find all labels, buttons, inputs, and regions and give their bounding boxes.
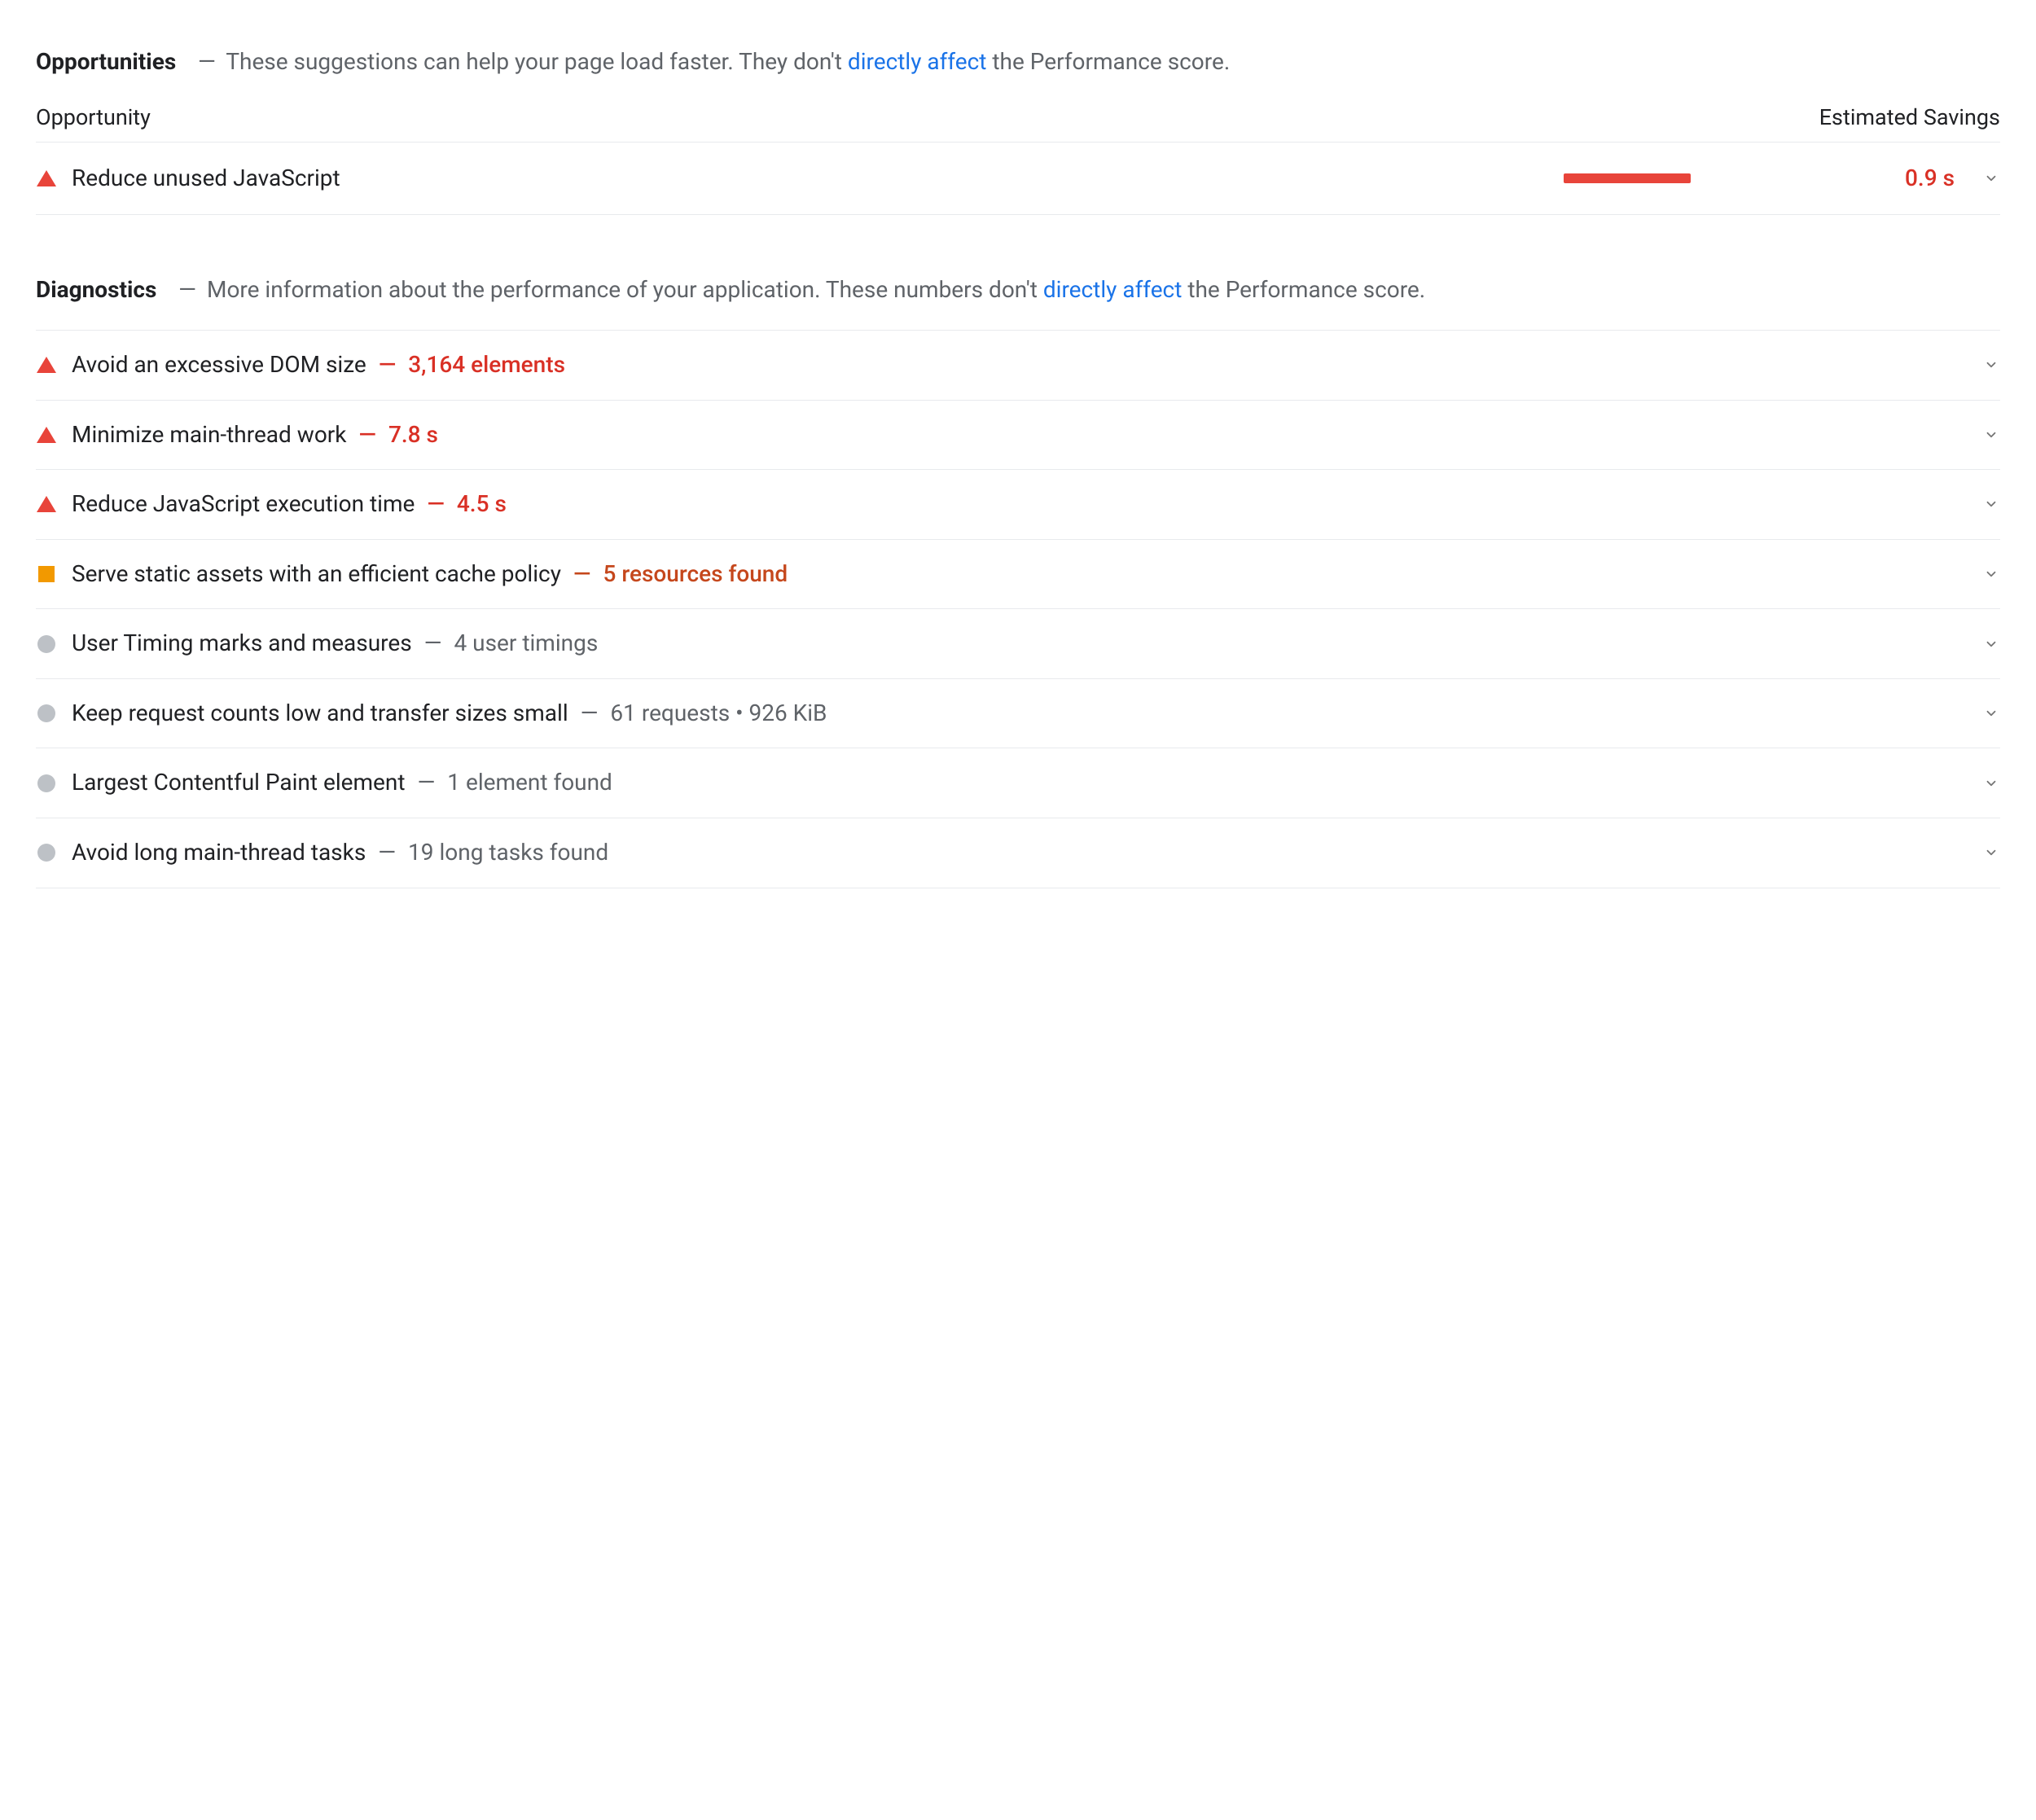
diagnostic-row[interactable]: Keep request counts low and transfer siz… xyxy=(36,679,2000,749)
diagnostic-text: Minimize main-thread work — 7.8 s xyxy=(72,419,1955,452)
chevron-down-icon[interactable] xyxy=(1982,704,2000,722)
severity-fail-icon xyxy=(36,168,57,189)
chevron-down-icon[interactable] xyxy=(1982,356,2000,374)
severity-fail-icon xyxy=(36,354,57,375)
chevron-down-icon[interactable] xyxy=(1982,774,2000,792)
chevron-down-icon[interactable] xyxy=(1982,844,2000,862)
diagnostics-header: Diagnostics — More information about the… xyxy=(36,274,2000,307)
diagnostic-label: Serve static assets with an efficient ca… xyxy=(72,560,561,587)
col-opportunity: Opportunity xyxy=(36,102,151,134)
chevron-down-icon[interactable] xyxy=(1982,635,2000,653)
opportunities-desc-after: the Performance score. xyxy=(986,48,1230,75)
diagnostic-value: 1 element found xyxy=(447,769,612,796)
diagnostic-text: User Timing marks and measures — 4 user … xyxy=(72,627,1955,660)
severity-info-icon xyxy=(36,703,57,724)
diagnostic-row[interactable]: Avoid long main-thread tasks — 19 long t… xyxy=(36,818,2000,888)
chevron-down-icon[interactable] xyxy=(1982,565,2000,583)
diagnostic-label: User Timing marks and measures xyxy=(72,629,412,656)
dash-separator: — xyxy=(198,48,216,75)
opportunity-label: Reduce unused JavaScript xyxy=(72,162,1549,195)
diagnostic-value: 4 user timings xyxy=(454,629,598,656)
opportunities-desc-before: These suggestions can help your page loa… xyxy=(226,48,848,75)
diagnostic-text: Avoid an excessive DOM size — 3,164 elem… xyxy=(72,349,1955,382)
diagnostic-label: Keep request counts low and transfer siz… xyxy=(72,699,568,726)
severity-warn-icon xyxy=(36,564,57,585)
diagnostic-value: 19 long tasks found xyxy=(408,839,608,866)
diagnostic-row[interactable]: Avoid an excessive DOM size — 3,164 elem… xyxy=(36,330,2000,401)
diagnostic-row[interactable]: User Timing marks and measures — 4 user … xyxy=(36,609,2000,679)
diagnostic-text: Reduce JavaScript execution time — 4.5 s xyxy=(72,488,1955,521)
severity-info-icon xyxy=(36,842,57,863)
dash-separator: — xyxy=(581,699,604,726)
chevron-down-icon[interactable] xyxy=(1982,426,2000,444)
diagnostic-text: Serve static assets with an efficient ca… xyxy=(72,558,1955,591)
savings-bar xyxy=(1564,173,1841,183)
diagnostic-text: Largest Contentful Paint element — 1 ele… xyxy=(72,766,1955,800)
diagnostic-value: 3,164 elements xyxy=(408,351,565,378)
opportunity-row[interactable]: Reduce unused JavaScript 0.9 s xyxy=(36,143,2000,216)
diagnostic-text: Keep request counts low and transfer siz… xyxy=(72,697,1955,730)
opportunities-title: Opportunities xyxy=(36,48,176,75)
dash-separator: — xyxy=(417,769,441,796)
diagnostics-desc-link[interactable]: directly affect xyxy=(1043,276,1183,303)
dash-separator: — xyxy=(178,276,196,303)
dash-separator: — xyxy=(379,351,402,378)
diagnostics-title: Diagnostics xyxy=(36,276,156,303)
col-estimated-savings: Estimated Savings xyxy=(1819,102,2000,134)
diagnostic-label: Largest Contentful Paint element xyxy=(72,769,406,796)
dash-separator: — xyxy=(424,629,448,656)
diagnostic-row[interactable]: Serve static assets with an efficient ca… xyxy=(36,540,2000,610)
diagnostic-label: Avoid an excessive DOM size xyxy=(72,351,366,378)
dash-separator: — xyxy=(378,839,401,866)
chevron-down-icon[interactable] xyxy=(1982,495,2000,513)
severity-fail-icon xyxy=(36,424,57,445)
dash-separator: — xyxy=(358,421,382,448)
diagnostic-label: Avoid long main-thread tasks xyxy=(72,839,366,866)
diagnostic-row[interactable]: Reduce JavaScript execution time — 4.5 s xyxy=(36,470,2000,540)
severity-fail-icon xyxy=(36,493,57,515)
opportunities-column-header: Opportunity Estimated Savings xyxy=(36,102,2000,143)
diagnostic-row[interactable]: Largest Contentful Paint element — 1 ele… xyxy=(36,748,2000,818)
diagnostic-text: Avoid long main-thread tasks — 19 long t… xyxy=(72,836,1955,870)
diagnostic-value: 61 requests • 926 KiB xyxy=(610,699,827,726)
diagnostics-desc-before: More information about the performance o… xyxy=(207,276,1043,303)
opportunities-list: Reduce unused JavaScript 0.9 s xyxy=(36,143,2000,216)
severity-info-icon xyxy=(36,773,57,794)
dash-separator: — xyxy=(427,490,450,517)
diagnostic-value: 7.8 s xyxy=(388,421,438,448)
diagnostic-row[interactable]: Minimize main-thread work — 7.8 s xyxy=(36,401,2000,471)
severity-info-icon xyxy=(36,634,57,655)
diagnostic-value: 4.5 s xyxy=(457,490,507,517)
diagnostic-label: Reduce JavaScript execution time xyxy=(72,490,415,517)
savings-value: 0.9 s xyxy=(1873,162,1955,195)
diagnostic-value: 5 resources found xyxy=(603,560,788,587)
diagnostic-label: Minimize main-thread work xyxy=(72,421,346,448)
diagnostics-list: Avoid an excessive DOM size — 3,164 elem… xyxy=(36,330,2000,888)
diagnostics-desc-after: the Performance score. xyxy=(1182,276,1425,303)
chevron-down-icon[interactable] xyxy=(1982,169,2000,187)
opportunities-header: Opportunities — These suggestions can he… xyxy=(36,46,2000,79)
opportunities-desc-link[interactable]: directly affect xyxy=(848,48,987,75)
dash-separator: — xyxy=(573,560,597,587)
